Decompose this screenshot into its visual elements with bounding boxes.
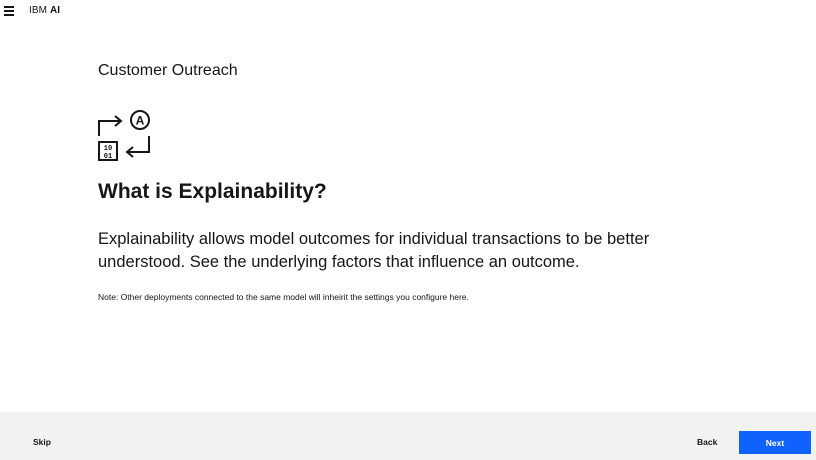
brand-prefix: IBM [29, 5, 48, 16]
brand-suffix: AI [49, 5, 61, 16]
note-text: Note: Other deployments connected to the… [98, 292, 469, 302]
back-button[interactable]: Back [697, 437, 717, 447]
brand-logo[interactable]: IBM AI [29, 5, 60, 16]
hamburger-menu-icon[interactable] [4, 6, 16, 17]
description-text: Explainability allows model outcomes for… [98, 230, 650, 271]
explainability-icon: A 10 01 [98, 110, 150, 161]
page-heading: What is Explainability? [98, 180, 327, 203]
svg-text:01: 01 [104, 153, 112, 161]
footer-bar: Skip Back Next [0, 412, 816, 460]
svg-text:10: 10 [104, 145, 112, 153]
svg-text:A: A [136, 114, 145, 128]
next-button[interactable]: Next [739, 431, 811, 454]
project-title: Customer Outreach [98, 62, 238, 79]
top-header: IBM AI [0, 0, 816, 24]
skip-button[interactable]: Skip [33, 437, 51, 447]
